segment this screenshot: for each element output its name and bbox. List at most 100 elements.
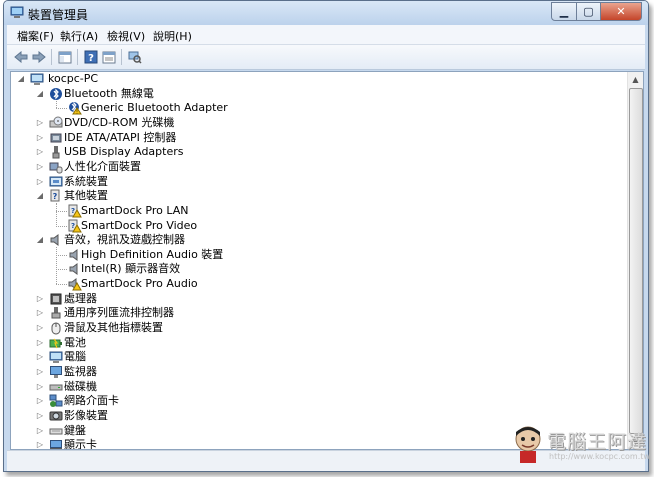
watermark-url: http://www.kocpc.com.tw (549, 452, 650, 461)
tree-node-label: Generic Bluetooth Adapter (81, 101, 228, 115)
expand-arrow-icon[interactable]: ▷ (36, 116, 44, 130)
toolbar-separator (121, 49, 122, 65)
back-arrow-icon (14, 51, 28, 63)
tree-node[interactable]: ▷ 電池 (11, 336, 611, 350)
forward-button[interactable] (31, 49, 47, 65)
title-bar[interactable]: 裝置管理員 ▁ ▢ ✕ (4, 1, 648, 25)
vertical-scrollbar[interactable]: ▲ ▼ (627, 72, 643, 449)
tree-node[interactable]: ▷ DVD/CD-ROM 光碟機 (11, 116, 611, 130)
computer-icon (30, 73, 44, 85)
tree-node-label: 系統裝置 (64, 174, 108, 188)
expand-arrow-icon[interactable]: ▷ (36, 336, 44, 350)
expand-arrow-icon[interactable]: ▷ (36, 409, 44, 423)
tree-node[interactable]: ▷ USB Display Adapters (11, 145, 611, 159)
tree-node[interactable]: Intel(R) 顯示器音效 (11, 262, 611, 276)
unknown-device-warning-icon: ? (68, 219, 82, 232)
expand-arrow-icon[interactable]: ▷ (36, 145, 44, 159)
speaker-icon (69, 248, 78, 261)
device-manager-app-icon (10, 6, 24, 18)
scroll-up-icon: ▲ (632, 75, 639, 84)
tree-node[interactable]: ▷ IDE ATA/ATAPI 控制器 (11, 131, 611, 145)
tree-node[interactable]: ! Generic Bluetooth Adapter (11, 101, 611, 115)
tree-node[interactable]: ▷ 監視器 (11, 365, 611, 379)
expand-arrow-icon[interactable]: ▷ (36, 306, 44, 320)
watermark: 電腦王阿達 http://www.kocpc.com.tw (511, 424, 650, 466)
scroll-up-button[interactable]: ▲ (628, 72, 643, 87)
tree-node-label: Bluetooth 無線電 (64, 86, 154, 100)
tree-node[interactable]: ▷ 滑鼠及其他指標裝置 (11, 321, 611, 335)
menu-action[interactable]: 執行(A) (60, 28, 98, 44)
watermark-mascot-icon (515, 426, 541, 463)
tree-node-label: 其他裝置 (64, 189, 108, 203)
collapse-arrow-icon[interactable]: ◢ (36, 87, 44, 101)
network-adapter-icon (49, 394, 63, 408)
tree-node-label: kocpc-PC (48, 72, 99, 85)
expand-arrow-icon[interactable]: ▷ (36, 321, 44, 335)
bluetooth-icon (50, 87, 62, 100)
tree-node[interactable]: ◢? 其他裝置 (11, 189, 611, 203)
expand-arrow-icon[interactable]: ▷ (36, 380, 44, 394)
tree-connector (56, 284, 67, 286)
tree-node[interactable]: ◢ 音效，視訊及遊戲控制器 (11, 233, 611, 247)
watermark-text: 電腦王阿達 (547, 431, 648, 453)
expand-arrow-icon[interactable]: ▷ (36, 175, 44, 189)
forward-arrow-icon (32, 51, 46, 63)
device-tree[interactable]: ◢ kocpc-PC ◢ Bluetooth 無線電! Generic Bluetoot… (11, 72, 628, 449)
collapse-arrow-icon[interactable]: ◢ (36, 233, 44, 247)
show-hide-tree-button[interactable] (57, 49, 73, 65)
menu-help[interactable]: 說明(H) (153, 28, 192, 44)
computer-icon (49, 351, 63, 364)
expand-arrow-icon[interactable]: ▷ (36, 292, 44, 306)
tree-node[interactable]: ▷ 電腦 (11, 350, 611, 364)
expand-arrow-icon[interactable]: ▷ (36, 424, 44, 438)
scan-hardware-button[interactable] (127, 49, 143, 65)
tree-node[interactable]: ▷ 系統裝置 (11, 175, 611, 189)
tree-node[interactable]: ◢ Bluetooth 無線電 (11, 87, 611, 101)
menu-view[interactable]: 檢視(V) (107, 28, 145, 44)
tree-node[interactable]: ▷ 網路介面卡 (11, 394, 611, 408)
properties-button[interactable] (101, 49, 117, 65)
back-button[interactable] (13, 49, 29, 65)
tree-connector (56, 225, 67, 227)
show-hide-console-tree-icon (58, 51, 72, 63)
collapse-arrow-icon[interactable]: ◢ (36, 189, 44, 203)
device-manager-window: 裝置管理員 ▁ ▢ ✕ 檔案(F) 執行(A) 檢視(V) 說明(H) ? ◢ … (3, 0, 649, 472)
usb-controller-icon (51, 307, 61, 319)
window-controls: ▁ ▢ ✕ (551, 2, 642, 21)
tree-node[interactable]: ◢ kocpc-PC (11, 72, 611, 86)
tree-node-label: DVD/CD-ROM 光碟機 (64, 115, 175, 129)
tree-node[interactable]: ? SmartDock Pro LAN (11, 204, 611, 218)
tree-node[interactable]: ▷ 處理器 (11, 292, 611, 306)
help-button[interactable]: ? (83, 49, 99, 65)
menu-bar: 檔案(F) 執行(A) 檢視(V) 說明(H) (7, 25, 645, 45)
tree-node[interactable]: ▷ 人性化介面裝置 (11, 160, 611, 174)
collapse-arrow-icon[interactable]: ◢ (17, 72, 25, 86)
tree-node-label: 音效，視訊及遊戲控制器 (64, 233, 185, 247)
help-icon: ? (84, 50, 98, 64)
tree-connector (56, 108, 67, 110)
menu-file[interactable]: 檔案(F) (17, 28, 54, 44)
toolbar-separator (51, 49, 52, 65)
minimize-button[interactable]: ▁ (551, 2, 577, 21)
tree-node[interactable]: ▷ 通用序列匯流排控制器 (11, 306, 611, 320)
expand-arrow-icon[interactable]: ▷ (36, 160, 44, 174)
expand-arrow-icon[interactable]: ▷ (36, 350, 44, 364)
tree-node[interactable]: ? SmartDock Pro Video (11, 219, 611, 233)
tree-node-label: Intel(R) 顯示器音效 (81, 262, 181, 276)
expand-arrow-icon[interactable]: ▷ (36, 394, 44, 408)
tree-node[interactable]: ▷ 磁碟機 (11, 380, 611, 394)
maximize-button[interactable]: ▢ (577, 2, 601, 21)
expand-arrow-icon[interactable]: ▷ (36, 365, 44, 379)
device-tree-pane: ◢ kocpc-PC ◢ Bluetooth 無線電! Generic Bluetoot… (10, 71, 644, 450)
close-icon: ✕ (616, 5, 626, 18)
tree-node[interactable]: High Definition Audio 裝置 (11, 248, 611, 262)
tree-node-label: High Definition Audio 裝置 (81, 247, 224, 261)
close-button[interactable]: ✕ (601, 2, 642, 21)
tree-node[interactable]: SmartDock Pro Audio (11, 277, 611, 291)
imaging-device-icon (49, 411, 63, 421)
expand-arrow-icon[interactable]: ▷ (36, 131, 44, 145)
tree-node[interactable]: ▷ 影像裝置 (11, 409, 611, 423)
scrollbar-thumb[interactable] (629, 88, 643, 434)
expand-arrow-icon[interactable]: ▷ (36, 438, 44, 449)
tree-connector (56, 269, 67, 271)
